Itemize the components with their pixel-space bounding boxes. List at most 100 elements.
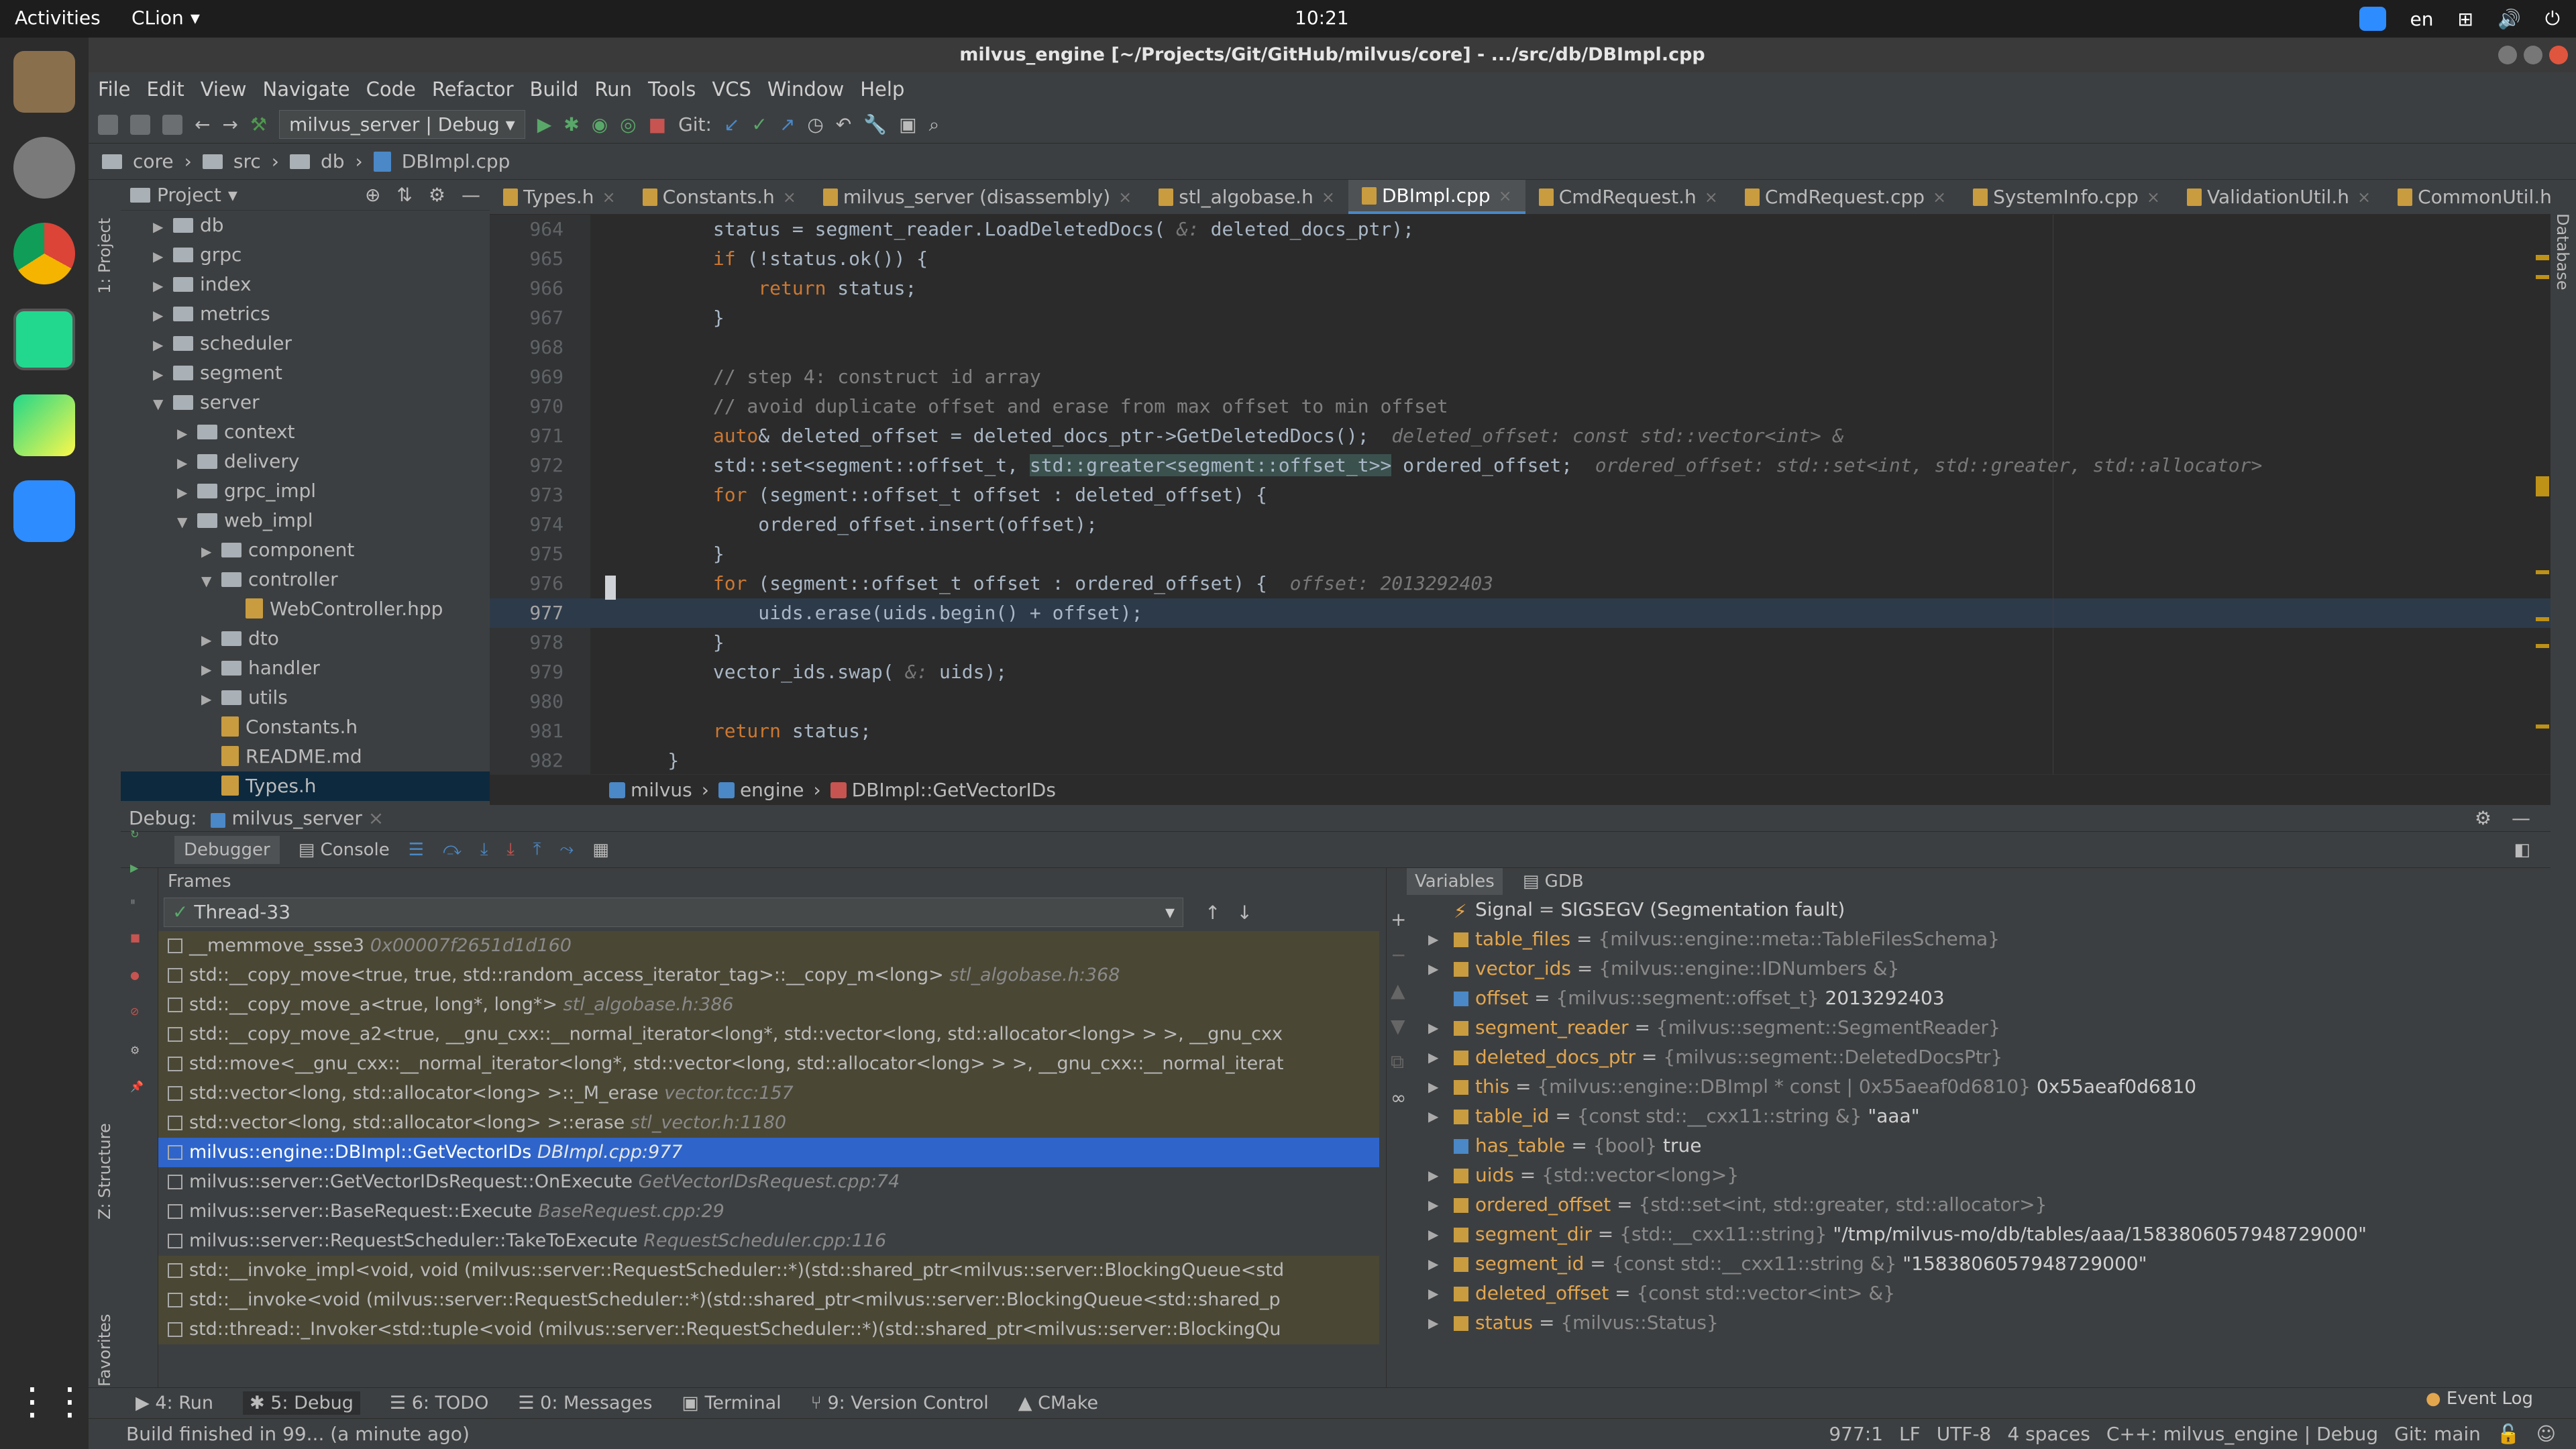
variable-row[interactable]: ▶ segment_dir = {std::__cxx11::string} "/… xyxy=(1387,1220,2551,1249)
thread-select[interactable]: ✓ Thread-33 ▾ xyxy=(164,898,1183,927)
stack-frame[interactable]: milvus::server::BaseRequest::Execute Bas… xyxy=(158,1197,1379,1226)
chevron-right-icon[interactable]: ▶ xyxy=(1428,1102,1438,1131)
nav-src[interactable]: src xyxy=(233,150,261,172)
search-icon[interactable]: ⌕ xyxy=(929,113,940,136)
line-number[interactable]: 969 xyxy=(490,362,564,392)
editor-tab[interactable]: DBImpl.cpp × xyxy=(1348,180,1525,214)
build-context[interactable]: C++: milvus_engine | Debug xyxy=(2106,1423,2378,1445)
tree-item[interactable]: WebController.hpp xyxy=(121,594,490,624)
chevron-right-icon[interactable]: ▶ xyxy=(1428,1161,1438,1190)
back-icon[interactable]: ← xyxy=(195,113,210,136)
minimize-icon[interactable] xyxy=(2498,46,2517,64)
close-icon[interactable]: × xyxy=(1322,180,1335,214)
chevron-right-icon[interactable]: ▶ xyxy=(1428,1220,1438,1249)
close-icon[interactable]: × xyxy=(1933,180,1946,214)
zoom-tray-icon[interactable] xyxy=(2359,7,2386,31)
menu-help[interactable]: Help xyxy=(860,72,904,106)
open-icon[interactable] xyxy=(98,114,118,135)
code-line[interactable]: 968 xyxy=(490,333,2551,362)
code-line[interactable]: 978 } xyxy=(490,628,2551,657)
gear-icon[interactable]: ⚙ xyxy=(130,1044,140,1057)
code-area[interactable]: 964 status = segment_reader.LoadDeletedD… xyxy=(490,215,2551,775)
line-number[interactable]: 977 xyxy=(490,598,564,628)
stack-frame[interactable]: std::__copy_move_a2<true, __gnu_cxx::__n… xyxy=(158,1020,1379,1049)
settings-wrench-icon[interactable]: 🔧 xyxy=(863,113,887,136)
line-number[interactable]: 964 xyxy=(490,215,564,244)
git-update-icon[interactable]: ↙ xyxy=(724,113,739,136)
variable-row[interactable]: ▶ vector_ids = {milvus::engine::IDNumbers… xyxy=(1387,954,2551,983)
step-over-icon[interactable]: ⤼ xyxy=(443,839,462,860)
variable-row[interactable]: ▶ segment_id = {const std::__cxx11::strin… xyxy=(1387,1249,2551,1279)
line-number[interactable]: 974 xyxy=(490,510,564,539)
git-branch[interactable]: Git: main xyxy=(2394,1423,2481,1445)
chevron-right-icon[interactable]: ▶ xyxy=(201,655,221,684)
code-line[interactable]: 981 return status; xyxy=(490,716,2551,746)
tab-gdb[interactable]: ▤ GDB xyxy=(1523,868,1584,895)
variable-row[interactable]: ▶ segment_reader = {milvus::segment::Segm… xyxy=(1387,1013,2551,1042)
run-icon[interactable]: ▶ xyxy=(537,113,552,136)
chevron-right-icon[interactable]: ▶ xyxy=(153,330,173,360)
variable-row[interactable]: ▶ table_id = {const std::__cxx11::string … xyxy=(1387,1102,2551,1131)
menu-edit[interactable]: Edit xyxy=(147,72,184,106)
gear-icon[interactable]: ⚙ xyxy=(429,184,445,206)
debug-icon[interactable]: ✱ xyxy=(564,113,579,136)
file-encoding[interactable]: UTF-8 xyxy=(1937,1423,1992,1445)
project-view-select[interactable]: Project xyxy=(157,184,221,206)
database-tool-button[interactable]: Database xyxy=(2553,213,2572,290)
stack-frame[interactable]: milvus::server::GetVectorIDsRequest::OnE… xyxy=(158,1167,1379,1197)
tab-variables[interactable]: Variables xyxy=(1407,868,1503,895)
chevron-right-icon[interactable]: ▶ xyxy=(1428,1042,1438,1072)
line-number[interactable]: 968 xyxy=(490,333,564,362)
menu-tools[interactable]: Tools xyxy=(648,72,696,106)
line-number[interactable]: 978 xyxy=(490,628,564,657)
chevron-right-icon[interactable]: ▶ xyxy=(177,448,197,478)
stack-frame[interactable]: std::move<__gnu_cxx::__normal_iterator<l… xyxy=(158,1049,1379,1079)
chevron-right-icon[interactable]: ▶ xyxy=(1428,1013,1438,1042)
tree-item[interactable]: ▼ server xyxy=(121,388,490,417)
mute-breakpoints-icon[interactable]: ⊘ xyxy=(130,1005,139,1018)
tree-item[interactable]: ▶ grpc xyxy=(121,240,490,270)
hide-icon[interactable]: — xyxy=(2512,807,2530,829)
language-indicator[interactable]: en xyxy=(2410,8,2434,30)
evaluate-icon[interactable]: ▦ xyxy=(592,840,609,860)
forward-icon[interactable]: → xyxy=(222,113,237,136)
editor-tab[interactable]: CmdRequest.cpp × xyxy=(1731,180,1960,214)
chevron-right-icon[interactable]: ▶ xyxy=(177,419,197,448)
code-line[interactable]: 975 } xyxy=(490,539,2551,569)
arrow-down-icon[interactable]: ↓ xyxy=(1236,902,1252,924)
tree-item[interactable]: ▶ db xyxy=(121,211,490,240)
tool-todo[interactable]: ☰ 6: TODO xyxy=(390,1393,488,1413)
tree-item[interactable]: ▶ context xyxy=(121,417,490,447)
frames-list-icon[interactable]: ☰ xyxy=(409,840,424,860)
line-number[interactable]: 965 xyxy=(490,244,564,274)
chevron-right-icon[interactable]: ▶ xyxy=(177,478,197,507)
chevron-right-icon[interactable]: ▶ xyxy=(1428,954,1438,983)
tree-item[interactable]: ▶ dto xyxy=(121,624,490,653)
chevron-right-icon[interactable]: ▶ xyxy=(153,360,173,389)
close-icon[interactable]: × xyxy=(368,807,384,829)
code-line[interactable]: 979 vector_ids.swap( &: uids); xyxy=(490,657,2551,687)
chevron-right-icon[interactable]: ▶ xyxy=(201,684,221,714)
rollback-icon[interactable]: ↶ xyxy=(836,113,851,136)
step-out-icon[interactable]: ⤒ xyxy=(533,839,541,860)
tool-run[interactable]: ▶ 4: Run xyxy=(136,1393,213,1413)
code-line[interactable]: 976 for (segment::offset_t offset : orde… xyxy=(490,569,2551,598)
crumb-engine[interactable]: engine xyxy=(718,779,804,801)
coverage-icon[interactable]: ◉ xyxy=(592,113,608,136)
status-message[interactable]: Build finished in 99... (a minute ago) xyxy=(126,1423,470,1445)
tree-item[interactable]: ▶ metrics xyxy=(121,299,490,329)
line-number[interactable]: 966 xyxy=(490,274,564,303)
chevron-right-icon[interactable]: ▶ xyxy=(1428,1308,1438,1338)
editor-tab[interactable]: Types.h × xyxy=(490,180,629,214)
nav-file[interactable]: DBImpl.cpp xyxy=(402,150,511,172)
line-number[interactable]: 970 xyxy=(490,392,564,421)
code-line[interactable]: 977 uids.erase(uids.begin() + offset); xyxy=(490,598,2551,628)
stop-icon[interactable]: ■ xyxy=(649,113,666,136)
variable-row[interactable]: ▶ table_files = {milvus::engine::meta::Ta… xyxy=(1387,924,2551,954)
editor-tab[interactable]: milvus_server (disassembly) × xyxy=(810,180,1145,214)
build-hammer-icon[interactable]: ⚒ xyxy=(250,113,267,136)
tool-debug[interactable]: ✱ 5: Debug xyxy=(243,1391,360,1415)
tool-messages[interactable]: ☰ 0: Messages xyxy=(518,1393,652,1413)
structure-tool-button[interactable]: Z: Structure xyxy=(95,1123,114,1220)
line-number[interactable]: 967 xyxy=(490,303,564,333)
